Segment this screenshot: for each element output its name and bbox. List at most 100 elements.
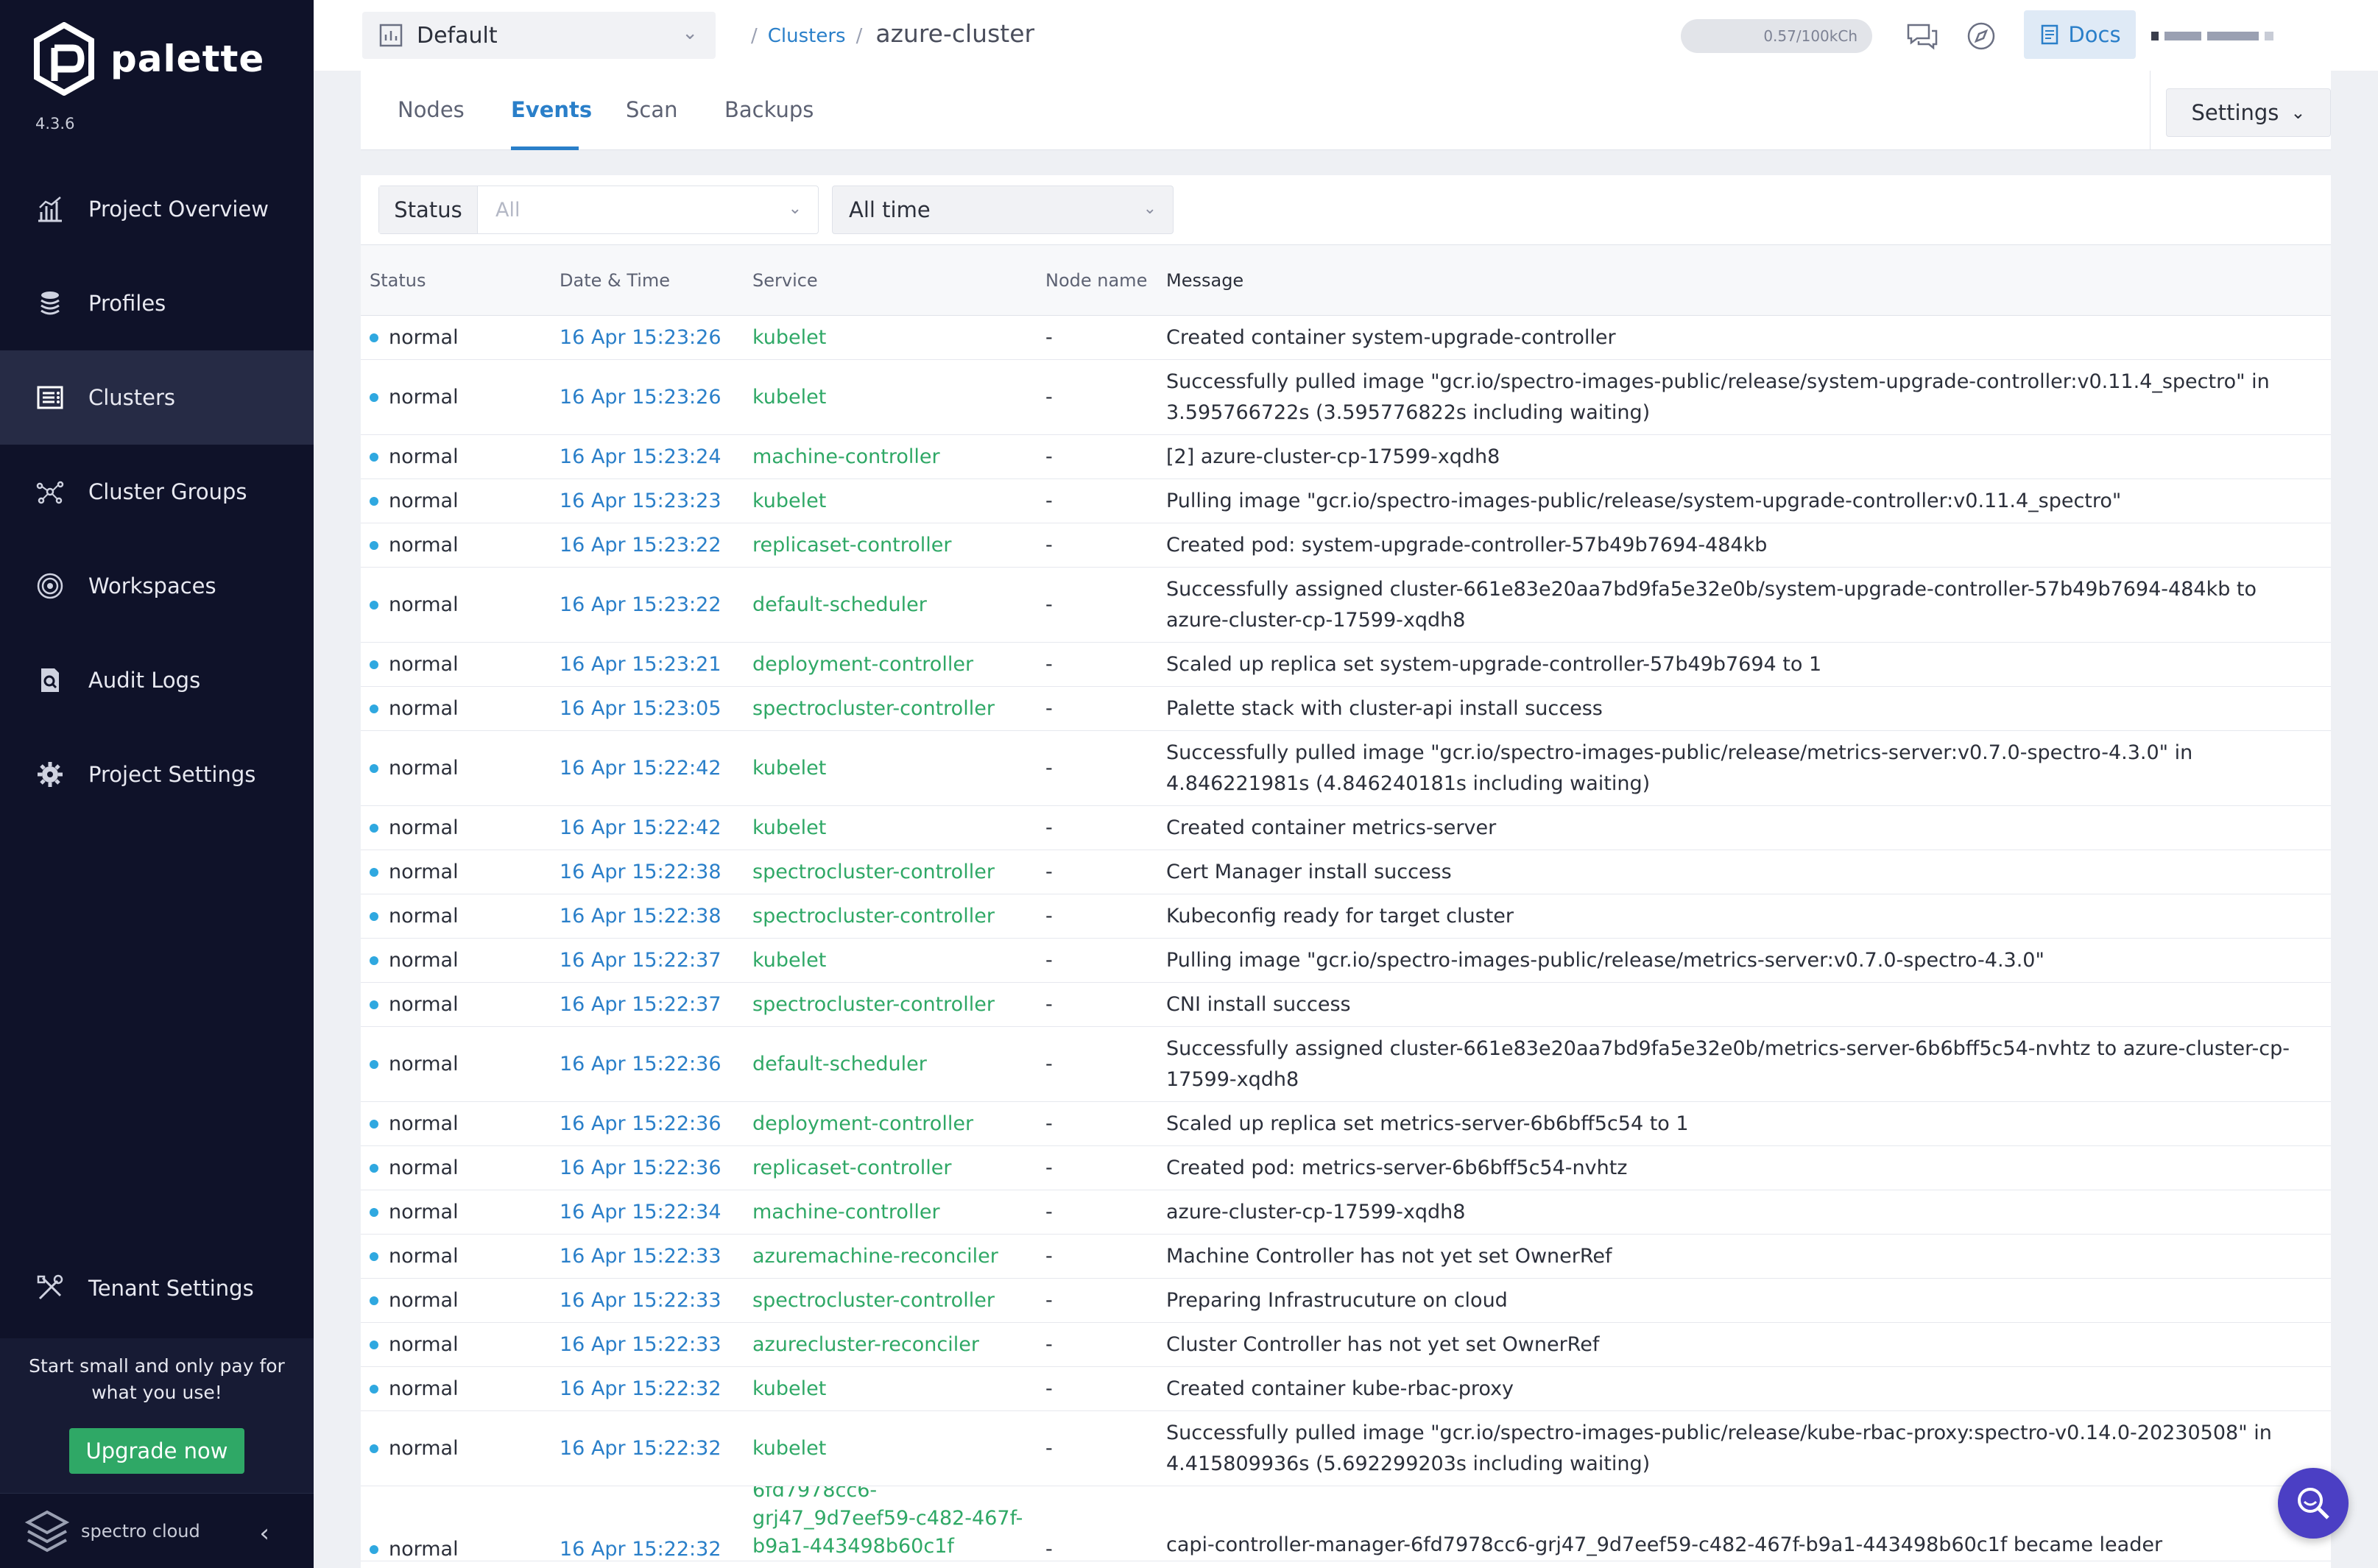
- table-row[interactable]: normal 16 Apr 15:22:33 azurecluster-reconc…: [361, 1323, 2331, 1367]
- table-row[interactable]: normal 16 Apr 15:22:36 deployment-controll…: [361, 1102, 2331, 1146]
- status-filter[interactable]: Status All ⌄: [378, 186, 819, 234]
- column-header-message[interactable]: Message: [1157, 265, 2331, 296]
- table-row[interactable]: normal 16 Apr 15:22:37 spectrocluster-cont…: [361, 983, 2331, 1027]
- datetime-cell[interactable]: 16 Apr 15:22:42: [549, 816, 744, 839]
- table-row[interactable]: normal 16 Apr 15:23:26 kubelet - Created con…: [361, 316, 2331, 360]
- table-row[interactable]: normal 16 Apr 15:22:42 kubelet - Successfull…: [361, 731, 2331, 806]
- datetime-cell[interactable]: 16 Apr 15:22:32: [549, 1538, 744, 1561]
- table-row[interactable]: normal 16 Apr 15:23:26 kubelet - Successfull…: [361, 360, 2331, 435]
- sidebar-item-cluster-groups[interactable]: Cluster Groups: [0, 445, 314, 539]
- datetime-cell[interactable]: 16 Apr 15:22:36: [549, 1112, 744, 1135]
- service-cell[interactable]: deployment-controller: [744, 651, 1038, 679]
- service-cell[interactable]: machine-controller: [744, 443, 1038, 471]
- datetime-cell[interactable]: 16 Apr 15:23:26: [549, 326, 744, 349]
- service-cell[interactable]: kubelet: [744, 1435, 1038, 1463]
- datetime-cell[interactable]: 16 Apr 15:22:37: [549, 993, 744, 1016]
- tab-nodes[interactable]: Nodes: [398, 97, 465, 122]
- datetime-cell[interactable]: 16 Apr 15:23:21: [549, 653, 744, 676]
- settings-button[interactable]: Settings ⌄: [2166, 88, 2331, 137]
- service-cell[interactable]: kubelet: [744, 487, 1038, 515]
- sidebar-item-workspaces[interactable]: Workspaces: [0, 539, 314, 633]
- table-row[interactable]: normal 16 Apr 15:23:22 default-scheduler - S…: [361, 568, 2331, 643]
- service-cell[interactable]: capi-controller-manager-6fd7978cc6-grj47…: [744, 1486, 1038, 1561]
- datetime-cell[interactable]: 16 Apr 15:23:24: [549, 445, 744, 468]
- sidebar-item-project-settings[interactable]: Project Settings: [0, 727, 314, 822]
- table-row[interactable]: normal 16 Apr 15:22:33 spectrocluster-cont…: [361, 1279, 2331, 1323]
- service-cell[interactable]: replicaset-controller: [744, 1154, 1038, 1182]
- table-row[interactable]: normal 16 Apr 15:22:36 default-scheduler - S…: [361, 1027, 2331, 1102]
- service-cell[interactable]: kubelet: [744, 324, 1038, 352]
- datetime-cell[interactable]: 16 Apr 15:22:34: [549, 1201, 744, 1223]
- table-row[interactable]: normal 16 Apr 15:23:21 deployment-controll…: [361, 643, 2331, 687]
- table-row[interactable]: normal 16 Apr 15:22:36 replicaset-controll…: [361, 1146, 2331, 1190]
- datetime-cell[interactable]: 16 Apr 15:23:22: [549, 593, 744, 616]
- usage-meter[interactable]: 0.57/100kCh: [1681, 19, 1872, 53]
- table-row[interactable]: normal 16 Apr 15:22:42 kubelet - Created con…: [361, 806, 2331, 850]
- app-logo[interactable]: palette: [32, 22, 264, 96]
- table-row[interactable]: normal 16 Apr 15:22:32 kubelet - Successfull…: [361, 1411, 2331, 1486]
- tab-scan[interactable]: Scan: [626, 97, 678, 122]
- tab-backups[interactable]: Backups: [724, 97, 814, 122]
- service-cell[interactable]: kubelet: [744, 1375, 1038, 1403]
- datetime-cell[interactable]: 16 Apr 15:22:36: [549, 1053, 744, 1076]
- table-row[interactable]: normal 16 Apr 15:22:38 spectrocluster-cont…: [361, 894, 2331, 939]
- datetime-cell[interactable]: 16 Apr 15:22:32: [549, 1437, 744, 1460]
- datetime-cell[interactable]: 16 Apr 15:23:05: [549, 697, 744, 720]
- datetime-cell[interactable]: 16 Apr 15:22:32: [549, 1377, 744, 1400]
- time-range-filter[interactable]: All time ⌄: [832, 186, 1174, 234]
- sidebar-item-audit-logs[interactable]: Audit Logs: [0, 633, 314, 727]
- service-cell[interactable]: default-scheduler: [744, 591, 1038, 619]
- datetime-cell[interactable]: 16 Apr 15:22:38: [549, 905, 744, 928]
- datetime-cell[interactable]: 16 Apr 15:22:42: [549, 757, 744, 780]
- service-cell[interactable]: kubelet: [744, 384, 1038, 412]
- datetime-cell[interactable]: 16 Apr 15:22:33: [549, 1289, 744, 1312]
- service-cell[interactable]: spectrocluster-controller: [744, 903, 1038, 930]
- service-cell[interactable]: replicaset-controller: [744, 532, 1038, 559]
- datetime-cell[interactable]: 16 Apr 15:22:33: [549, 1245, 744, 1268]
- service-cell[interactable]: default-scheduler: [744, 1050, 1038, 1078]
- sidebar-item-clusters[interactable]: Clusters: [0, 350, 314, 445]
- sidebar-item-profiles[interactable]: Profiles: [0, 256, 314, 350]
- service-cell[interactable]: spectrocluster-controller: [744, 695, 1038, 723]
- table-row[interactable]: normal 16 Apr 15:23:24 machine-controller -…: [361, 435, 2331, 479]
- table-row[interactable]: normal16 Apr 15:22:32capi-controller-man…: [361, 1486, 2331, 1561]
- datetime-cell[interactable]: 16 Apr 15:23:23: [549, 490, 744, 512]
- service-cell[interactable]: azurecluster-reconciler: [744, 1331, 1038, 1359]
- tab-events[interactable]: Events: [511, 97, 592, 122]
- table-row[interactable]: normal 16 Apr 15:23:05 spectrocluster-cont…: [361, 687, 2331, 731]
- datetime-cell[interactable]: 16 Apr 15:23:22: [549, 534, 744, 557]
- service-cell[interactable]: spectrocluster-controller: [744, 991, 1038, 1019]
- table-row[interactable]: normal 16 Apr 15:22:37 kubelet - Pulling ima…: [361, 939, 2331, 983]
- table-row[interactable]: normal 16 Apr 15:23:22 replicaset-controll…: [361, 523, 2331, 568]
- sidebar-item-tenant-settings[interactable]: Tenant Settings: [0, 1241, 314, 1335]
- datetime-cell[interactable]: 16 Apr 15:22:37: [549, 949, 744, 972]
- column-header-datetime[interactable]: Date & Time: [549, 270, 744, 291]
- breadcrumb-clusters-link[interactable]: Clusters: [768, 25, 846, 47]
- column-header-node-name[interactable]: Node name: [1038, 270, 1157, 291]
- project-selector[interactable]: Default ⌄: [362, 12, 716, 59]
- user-menu[interactable]: [2151, 28, 2328, 41]
- datetime-cell[interactable]: 16 Apr 15:23:26: [549, 386, 744, 409]
- search-fab[interactable]: [2278, 1468, 2349, 1539]
- compass-icon[interactable]: [1963, 18, 2000, 54]
- table-row[interactable]: normal 16 Apr 15:22:38 spectrocluster-cont…: [361, 850, 2331, 894]
- column-header-service[interactable]: Service: [744, 270, 1038, 291]
- chat-icon[interactable]: [1904, 18, 1941, 54]
- service-cell[interactable]: machine-controller: [744, 1198, 1038, 1226]
- datetime-cell[interactable]: 16 Apr 15:22:33: [549, 1333, 744, 1356]
- service-cell[interactable]: azuremachine-reconciler: [744, 1243, 1038, 1271]
- docs-button[interactable]: Docs: [2024, 10, 2136, 59]
- column-header-status[interactable]: Status: [361, 270, 549, 291]
- service-cell[interactable]: kubelet: [744, 755, 1038, 783]
- sidebar-item-project-overview[interactable]: Project Overview: [0, 162, 314, 256]
- service-cell[interactable]: spectrocluster-controller: [744, 1287, 1038, 1315]
- collapse-sidebar-icon[interactable]: ‹: [259, 1519, 269, 1548]
- service-cell[interactable]: kubelet: [744, 947, 1038, 975]
- datetime-cell[interactable]: 16 Apr 15:22:36: [549, 1156, 744, 1179]
- datetime-cell[interactable]: 16 Apr 15:22:38: [549, 861, 744, 883]
- service-cell[interactable]: deployment-controller: [744, 1110, 1038, 1138]
- service-cell[interactable]: spectrocluster-controller: [744, 858, 1038, 886]
- table-row[interactable]: normal 16 Apr 15:22:33 azuremachine-reconc…: [361, 1235, 2331, 1279]
- service-cell[interactable]: kubelet: [744, 814, 1038, 842]
- table-row[interactable]: normal 16 Apr 15:23:23 kubelet - Pulling ima…: [361, 479, 2331, 523]
